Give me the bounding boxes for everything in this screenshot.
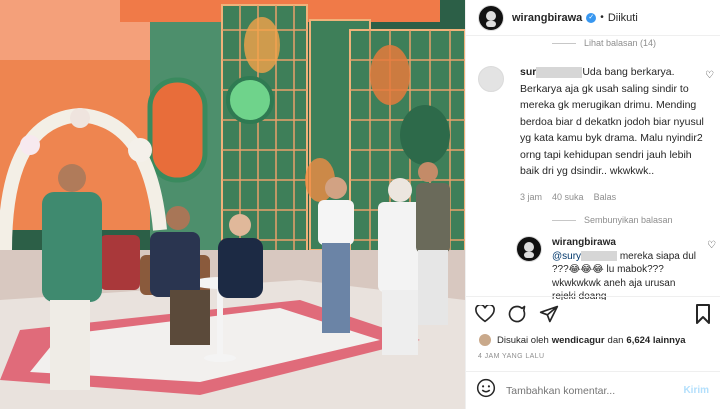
reply-author-avatar[interactable] [516, 236, 542, 262]
bookmark-icon[interactable] [692, 303, 714, 325]
action-bar [466, 296, 720, 330]
likes-count[interactable]: 6,624 lainnya [626, 335, 685, 346]
post-photo[interactable] [0, 0, 465, 409]
commenter-avatar[interactable] [478, 66, 504, 92]
redacted-name [581, 250, 618, 261]
author-avatar[interactable] [478, 4, 504, 31]
following-button[interactable]: Diikuti [608, 12, 638, 24]
view-replies-label: Lihat balasan (14) [584, 38, 657, 48]
verified-badge-icon: ✓ [586, 12, 597, 23]
commenter-username[interactable]: sur [520, 66, 536, 78]
liked-by-prefix: Disukai oleh [497, 334, 549, 346]
liked-by: Disukai oleh wendicagur dan 6,624 lainny… [478, 333, 689, 347]
comment-input[interactable] [506, 384, 684, 397]
liked-by-connector: dan [607, 334, 624, 346]
post-timestamp[interactable]: 4 JAM YANG LALU [478, 353, 544, 360]
reply-like-heart-icon[interactable]: ♡ [707, 240, 716, 251]
add-comment-bar: Kirim [466, 371, 720, 409]
comment-likes[interactable]: 40 suka [552, 192, 584, 202]
reply-mention[interactable]: @sury [552, 251, 581, 262]
liker-avatar[interactable] [478, 333, 492, 347]
divider-line [552, 219, 576, 221]
avatar-face-icon [524, 242, 534, 258]
redacted-name [536, 66, 583, 78]
comment-meta: 3 jam 40 suka Balas [520, 192, 616, 202]
hide-replies-link[interactable]: Sembunyikan balasan [552, 215, 673, 225]
hide-replies-label: Sembunyikan balasan [584, 215, 673, 225]
emoji-icon[interactable] [476, 378, 496, 403]
author-username[interactable]: wirangbirawa [512, 12, 582, 24]
reply-username[interactable]: wirangbirawa [552, 237, 616, 248]
view-replies-link[interactable]: Lihat balasan (14) [552, 38, 656, 48]
divider-line [552, 42, 576, 44]
comment-time: 3 jam [520, 192, 543, 202]
liked-by-user[interactable]: wendicagur [552, 335, 605, 346]
comment-icon[interactable] [506, 303, 528, 325]
reply-button[interactable]: Balas [594, 192, 617, 202]
avatar-face-icon [486, 10, 496, 27]
reply-body: wirangbirawa @sury mereka siapa dul ???😂… [552, 236, 702, 300]
post-header: wirangbirawa ✓ • Diikuti [466, 0, 720, 36]
heart-icon[interactable] [474, 303, 496, 325]
header-separator: • [600, 12, 604, 23]
comment-like-heart-icon[interactable]: ♡ [705, 70, 714, 81]
studio-scene-image [0, 0, 465, 409]
comment-body: sur Uda bang berkarya. Berkarya aja gk us… [520, 64, 704, 180]
comment-text: Uda bang berkarya. Berkarya aja gk usah … [520, 66, 704, 177]
post-panel: wirangbirawa ✓ • Diikuti Lihat balasan (… [465, 0, 720, 409]
post-comment-button[interactable]: Kirim [683, 385, 709, 396]
paper-plane-icon[interactable] [538, 303, 560, 325]
